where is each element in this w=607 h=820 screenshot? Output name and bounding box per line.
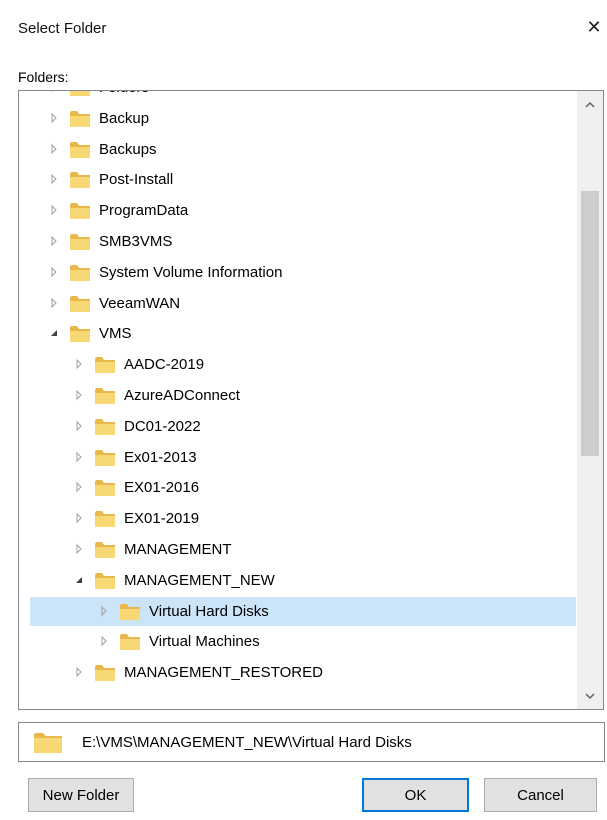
tree-item-label: AzureADConnect [124,387,240,404]
collapsed-arrow-icon[interactable] [48,90,60,93]
tree-scrollbar[interactable] [577,91,603,709]
chevron-up-icon [585,101,595,108]
collapsed-arrow-icon[interactable] [73,420,85,432]
tree-item[interactable]: Post-Install [19,165,577,195]
tree-item[interactable]: Ex01-2013 [19,443,577,473]
collapsed-arrow-icon[interactable] [48,112,60,124]
tree-item-label: Backups [99,140,157,158]
folder-icon [95,511,115,528]
tree-item[interactable]: AADC-2019 [19,350,577,380]
tree-item[interactable]: MANAGEMENT [19,535,577,565]
select-folder-dialog: Select Folder ✕ Folders: Folders Backup Ba… [0,0,607,820]
tree-item-label: VeeamWAN [99,294,181,312]
tree-item-label: MANAGEMENT_RESTORED [124,664,323,682]
tree-item[interactable]: MANAGEMENT_NEW [19,566,577,596]
selected-path-text: E:\VMS\MANAGEMENT_NEW\Virtual Hard Disks [82,734,412,751]
tree-item-label: System Volume Information [99,263,283,281]
tree-item-label: ProgramData [99,202,189,220]
folder-icon [95,418,115,435]
dialog-title: Select Folder [18,20,107,37]
expanded-arrow-icon[interactable] [48,327,60,339]
folder-icon [120,634,140,651]
folder-icon [70,264,90,281]
tree-item-label: Backup [99,109,150,127]
tree-item-label: Virtual Machines [149,633,260,651]
tree-item[interactable]: EX01-2019 [19,504,577,534]
folder-icon [70,295,90,312]
tree-item-label: EX01-2019 [124,510,200,528]
scroll-up-button[interactable] [577,91,603,117]
folder-icon [70,110,90,127]
tree-item-label: Ex01-2013 [124,448,197,466]
collapsed-arrow-icon[interactable] [73,389,85,401]
folders-label: Folders: [18,69,69,85]
folder-icon [70,91,90,96]
folder-icon [95,572,115,589]
folder-icon [95,449,115,466]
tree-item-label: Post-Install [99,171,174,189]
collapsed-arrow-icon[interactable] [48,173,60,185]
collapsed-arrow-icon[interactable] [48,204,60,216]
tree-item[interactable]: Virtual Machines [19,627,577,657]
tree-item-label: Virtual Hard Disks [149,602,269,620]
tree-item[interactable]: System Volume Information [19,258,577,288]
tree-item-label: EX01-2016 [124,479,200,497]
folder-icon [70,326,90,343]
new-folder-button[interactable]: New Folder [28,778,134,812]
folder-icon [120,603,140,620]
folder-icon [95,480,115,497]
scroll-thumb[interactable] [581,191,599,456]
collapsed-arrow-icon[interactable] [73,358,85,370]
selected-path-field[interactable]: E:\VMS\MANAGEMENT_NEW\Virtual Hard Disks [18,722,605,762]
tree-item[interactable]: VeeamWAN [19,289,577,319]
collapsed-arrow-icon[interactable] [48,235,60,247]
folder-icon [95,357,115,374]
collapsed-arrow-icon[interactable] [73,451,85,463]
chevron-down-icon [585,692,595,699]
tree-item[interactable]: EX01-2016 [19,473,577,503]
tree-item[interactable]: Virtual Hard Disks [19,596,577,627]
folder-icon [70,172,90,189]
close-button[interactable]: ✕ [581,14,607,40]
expanded-arrow-icon[interactable] [73,574,85,586]
tree-item-label: VMS [99,325,132,343]
tree-item[interactable]: ProgramData [19,196,577,226]
collapsed-arrow-icon[interactable] [73,666,85,678]
folder-icon [70,141,90,158]
cancel-button[interactable]: Cancel [484,778,597,812]
tree-item-label: SMB3VMS [99,233,173,250]
tree-item-label: Folders [99,91,149,97]
tree-item[interactable]: Backups [19,135,577,165]
collapsed-arrow-icon[interactable] [48,297,60,309]
folder-icon [95,388,115,404]
close-icon: ✕ [586,16,602,38]
collapsed-arrow-icon[interactable] [73,543,85,555]
tree-item[interactable]: AzureADConnect [19,381,577,411]
folder-icon [95,542,115,558]
folder-icon [70,234,90,250]
folder-icon [95,665,115,682]
collapsed-arrow-icon[interactable] [73,512,85,524]
collapsed-arrow-icon[interactable] [48,143,60,155]
folder-icon [70,203,90,220]
tree-item-label: MANAGEMENT_NEW [124,571,275,589]
selection-highlight [30,596,576,626]
collapsed-arrow-icon[interactable] [73,481,85,493]
ok-button[interactable]: OK [362,778,469,812]
collapsed-arrow-icon[interactable] [48,266,60,278]
tree-item[interactable]: MANAGEMENT_RESTORED [19,658,577,688]
tree-item[interactable]: Folders [19,90,577,103]
folder-icon [34,733,62,753]
tree-item[interactable]: DC01-2022 [19,412,577,442]
collapsed-arrow-icon[interactable] [98,605,110,617]
scroll-down-button[interactable] [577,683,603,709]
tree-item[interactable]: VMS [19,319,577,349]
tree-item[interactable]: SMB3VMS [19,227,577,257]
tree-item-label: AADC-2019 [124,356,205,374]
collapsed-arrow-icon[interactable] [98,635,110,647]
tree-item-label: DC01-2022 [124,417,201,435]
folder-tree[interactable]: Folders Backup Backups Post-Install ProgramD… [18,90,604,710]
tree-item[interactable]: Backup [19,104,577,134]
tree-item-label: MANAGEMENT [124,541,232,558]
